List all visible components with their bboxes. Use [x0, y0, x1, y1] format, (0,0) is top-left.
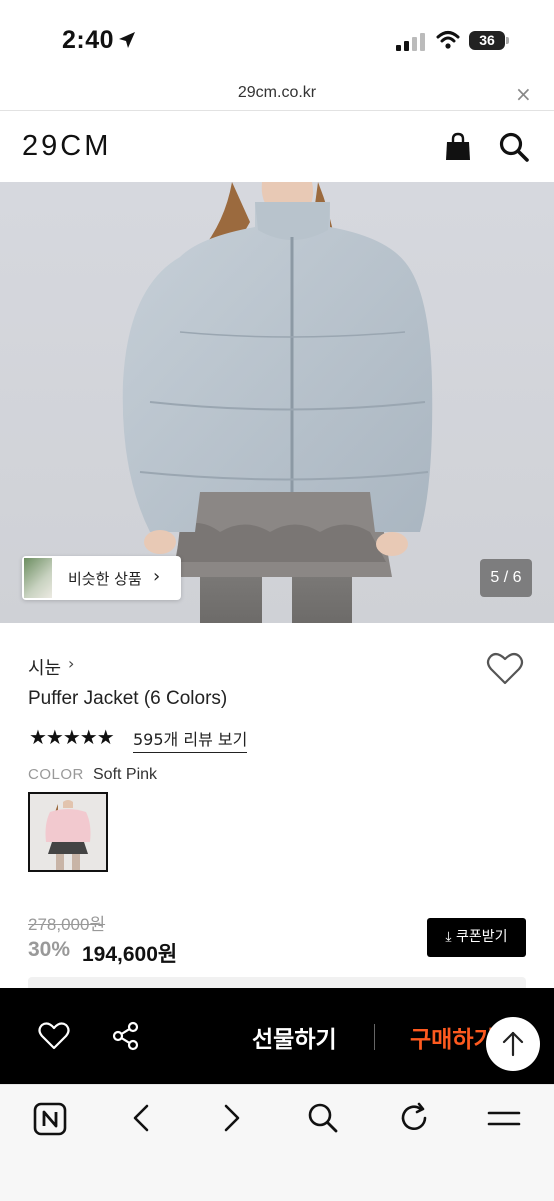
- arrow-up-icon: [502, 1031, 524, 1057]
- similar-thumbnail: [24, 558, 52, 598]
- color-value: Soft Pink: [93, 766, 158, 783]
- status-time: 2:40: [62, 26, 115, 54]
- coupon-button[interactable]: ⤓ 쿠폰받기: [427, 918, 526, 957]
- cellular-signal-icon: [396, 33, 425, 51]
- action-divider: [374, 1024, 375, 1050]
- reload-icon[interactable]: [398, 1102, 430, 1134]
- heart-icon[interactable]: [486, 652, 524, 686]
- product-name: Puffer Jacket (6 Colors): [28, 688, 228, 709]
- url-text[interactable]: 29cm.co.kr: [0, 84, 554, 102]
- site-logo[interactable]: 29CM: [22, 130, 111, 163]
- color-label: COLOR: [28, 766, 84, 783]
- chevron-right-icon: ›: [153, 566, 161, 587]
- search-icon[interactable]: [498, 131, 530, 163]
- naver-home-icon[interactable]: [33, 1102, 67, 1136]
- url-divider: [0, 110, 554, 111]
- heart-icon[interactable]: [38, 1022, 70, 1050]
- battery-cap: [506, 37, 509, 44]
- similar-products-button[interactable]: 비슷한 상품 ›: [22, 556, 181, 600]
- similar-products-label: 비슷한 상품: [68, 570, 142, 588]
- original-price: 278,000원: [28, 915, 106, 934]
- sale-price: 194,600원: [82, 943, 178, 966]
- back-icon[interactable]: [130, 1103, 152, 1133]
- swatch-thumbnail: [30, 794, 106, 870]
- browser-toolbar: [0, 1084, 554, 1201]
- scroll-to-top-button[interactable]: [486, 1017, 540, 1071]
- shopping-bag-icon[interactable]: [443, 132, 473, 162]
- gift-button[interactable]: 선물하기: [252, 1020, 337, 1054]
- color-swatch[interactable]: [28, 792, 108, 872]
- location-arrow-icon: [119, 32, 135, 48]
- share-icon[interactable]: [111, 1021, 141, 1051]
- chevron-right-icon[interactable]: ›: [68, 654, 74, 673]
- menu-icon[interactable]: [487, 1107, 521, 1129]
- wifi-icon: [436, 31, 460, 49]
- battery-level: 36: [469, 31, 505, 50]
- search-icon[interactable]: [307, 1102, 339, 1134]
- buy-button[interactable]: 구매하기: [410, 1020, 495, 1054]
- forward-icon[interactable]: [221, 1103, 243, 1133]
- rating-stars: ★★★★★: [29, 725, 115, 749]
- image-pager: 5 / 6: [480, 559, 532, 597]
- brand-link[interactable]: 시눈: [28, 654, 61, 680]
- close-tab-button[interactable]: ×: [515, 84, 532, 104]
- review-link[interactable]: 595개 리뷰 보기: [133, 726, 248, 753]
- discount-rate: 30%: [28, 938, 71, 961]
